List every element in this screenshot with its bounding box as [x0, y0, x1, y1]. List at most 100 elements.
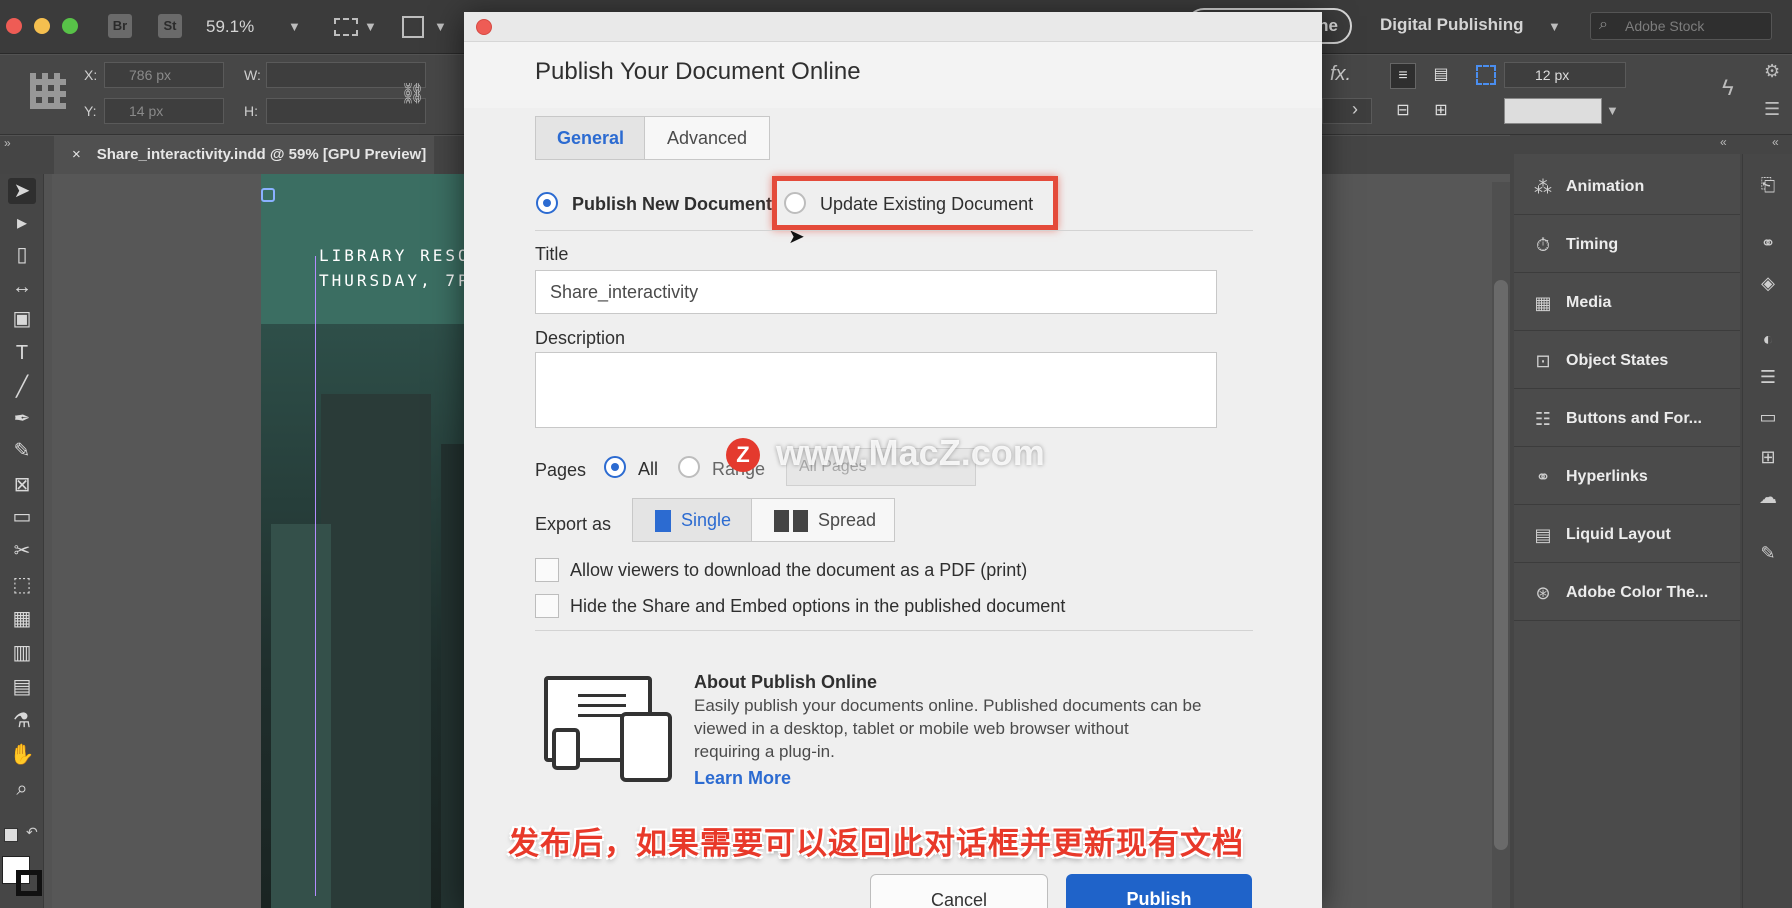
rectangle-frame-tool-icon[interactable]: ⊠ — [8, 472, 36, 498]
default-colors-icon[interactable] — [4, 828, 18, 842]
pages-range-radio[interactable] — [678, 456, 700, 478]
scrollbar-thumb[interactable] — [1494, 280, 1508, 850]
stock-search-input[interactable]: ⌕ Adobe Stock — [1590, 12, 1772, 40]
content-collector-icon[interactable]: ▣ — [8, 306, 36, 332]
gradient-feather-tool-icon[interactable]: ▥ — [8, 640, 36, 666]
eyedropper-tool-icon[interactable]: ⚗ — [8, 708, 36, 734]
distribute-icon[interactable]: ⊟ — [1390, 99, 1416, 125]
pencil-tool-icon[interactable]: ✎ — [8, 438, 36, 464]
pages-all-radio[interactable] — [604, 456, 626, 478]
scissors-tool-icon[interactable]: ✂ — [8, 538, 36, 564]
reference-point-icon[interactable] — [30, 73, 66, 109]
tab-general[interactable]: General — [535, 116, 645, 160]
stroke-swatch[interactable] — [16, 870, 42, 896]
export-spread-button[interactable]: Spread — [751, 498, 895, 542]
hide-share-label[interactable]: Hide the Share and Embed options in the … — [570, 596, 1065, 617]
stroke-weight-field[interactable]: 12 px — [1504, 62, 1626, 88]
direct-selection-tool-icon[interactable]: ▸ — [8, 210, 36, 236]
dialog-close-button[interactable] — [476, 19, 492, 35]
align-center-icon[interactable]: ▤ — [1428, 63, 1454, 89]
line-tool-icon[interactable]: ╱ — [8, 374, 36, 400]
hide-share-checkbox[interactable] — [535, 594, 559, 618]
layers-panel-icon[interactable]: ◈ — [1754, 270, 1782, 296]
window-minimize-dot[interactable] — [34, 18, 50, 34]
indesign-window: Br St 59.1% ▼ ▼ ▼ ne Digital Publishing … — [0, 0, 1792, 908]
description-textarea[interactable] — [535, 352, 1217, 428]
gap-tool-icon[interactable]: ↔ — [8, 274, 36, 300]
window-close-dot[interactable] — [6, 18, 22, 34]
selection-tool-icon[interactable]: ➤ — [8, 178, 36, 204]
download-pdf-label[interactable]: Allow viewers to download the document a… — [570, 560, 1027, 581]
pages-panel-icon[interactable]: ⎗ — [1754, 172, 1782, 198]
note-tool-icon[interactable]: ▤ — [8, 674, 36, 700]
title-input[interactable]: Share_interactivity — [535, 270, 1217, 314]
window-zoom-dot[interactable] — [62, 18, 78, 34]
download-pdf-checkbox[interactable] — [535, 558, 559, 582]
fx-icon[interactable]: fx. — [1330, 63, 1351, 86]
panel-icon-strip — [1742, 154, 1792, 908]
h-label: H: — [244, 103, 258, 119]
pages-all-label[interactable]: All — [638, 459, 658, 480]
quick-apply-icon[interactable]: ϟ — [1722, 75, 1734, 101]
chevron-right-icon[interactable]: › — [1352, 99, 1358, 120]
bridge-badge[interactable]: Br — [108, 14, 132, 38]
divider — [535, 230, 1253, 231]
stroke-weight-value: 12 px — [1535, 67, 1570, 83]
distribute-alt-icon[interactable]: ⊞ — [1428, 99, 1454, 125]
cancel-button[interactable]: Cancel — [870, 874, 1048, 908]
panel-menu-icon[interactable]: ☰ — [1764, 99, 1780, 120]
publish-new-radio[interactable] — [536, 192, 558, 214]
effects-field[interactable] — [1322, 98, 1372, 124]
page-text-line1[interactable]: LIBRARY RESOU — [319, 246, 483, 265]
edit-panel-icon[interactable]: ✎ — [1754, 540, 1782, 566]
export-as-label: Export as — [535, 514, 612, 534]
free-transform-tool-icon[interactable]: ⬚ — [8, 572, 36, 598]
stroke-panel-icon[interactable]: ☰ — [1754, 364, 1782, 390]
workspace-chevron-down-icon: ▼ — [1548, 19, 1561, 34]
collapse-icon-strip-icon[interactable]: « — [1772, 135, 1779, 149]
swap-colors-icon[interactable]: ↶ — [26, 824, 38, 841]
lock-handle-icon[interactable] — [261, 188, 275, 202]
zoom-chevron-down-icon[interactable]: ▼ — [288, 19, 301, 34]
page-tool-icon[interactable]: ▯ — [8, 242, 36, 268]
tab-advanced[interactable]: Advanced — [644, 116, 770, 160]
publish-button[interactable]: Publish — [1066, 874, 1252, 908]
cc-libraries-icon[interactable]: ☁ — [1754, 484, 1782, 510]
collapse-tools-icon[interactable]: » — [4, 136, 11, 150]
gradient-swatch-tool-icon[interactable]: ▦ — [8, 606, 36, 632]
rectangle-tool-icon[interactable]: ▭ — [8, 504, 36, 530]
mouse-cursor-icon: ➤ — [788, 226, 805, 248]
gradient-panel-icon[interactable]: ▭ — [1754, 404, 1782, 430]
workspace-switcher[interactable]: Digital Publishing — [1380, 15, 1524, 35]
y-position-field[interactable]: 14 px — [104, 98, 224, 124]
export-spread-label: Spread — [818, 510, 877, 530]
collapse-panels-icon[interactable]: « — [1720, 135, 1727, 149]
effects-panel-icon[interactable]: ⊞ — [1754, 444, 1782, 470]
pen-tool-icon[interactable]: ✒ — [8, 406, 36, 432]
zoom-level[interactable]: 59.1% — [206, 17, 254, 37]
frame-fitting-icon[interactable] — [1476, 65, 1496, 85]
view-options-icon[interactable] — [334, 18, 358, 36]
type-tool-icon[interactable]: T — [8, 340, 36, 366]
stock-badge[interactable]: St — [158, 14, 182, 38]
panel-object-states-label: Object States — [1566, 352, 1669, 369]
publish-new-label[interactable]: Publish New Document — [572, 194, 772, 215]
zoom-tool-icon[interactable]: ⌕ — [8, 776, 36, 802]
screen-mode-icon[interactable] — [402, 16, 424, 38]
close-tab-icon[interactable]: × — [72, 146, 81, 163]
document-tab[interactable]: × Share_interactivity.indd @ 59% [GPU Pre… — [54, 136, 434, 174]
settings-gear-icon[interactable]: ⚙ — [1764, 61, 1780, 82]
export-single-button[interactable]: Single — [632, 498, 752, 542]
y-position-value: 14 px — [129, 103, 164, 119]
align-left-icon[interactable]: ≡ — [1390, 63, 1416, 89]
swatches-panel-icon[interactable]: ◐ — [1754, 326, 1782, 352]
learn-more-link[interactable]: Learn More — [694, 768, 791, 789]
stroke-type-select[interactable] — [1504, 98, 1602, 124]
about-body-line3: requiring a plug-in. — [694, 742, 835, 761]
constrain-proportions-icon[interactable]: ⛓ — [400, 81, 425, 106]
hand-tool-icon[interactable]: ✋ — [8, 742, 36, 768]
page-text-line2[interactable]: THURSDAY, 7PM — [319, 271, 483, 290]
links-panel-icon[interactable]: ⚭ — [1754, 230, 1782, 256]
x-position-field[interactable]: 786 px — [104, 62, 224, 88]
stroke-type-chevron-down-icon[interactable]: ▼ — [1606, 103, 1619, 118]
